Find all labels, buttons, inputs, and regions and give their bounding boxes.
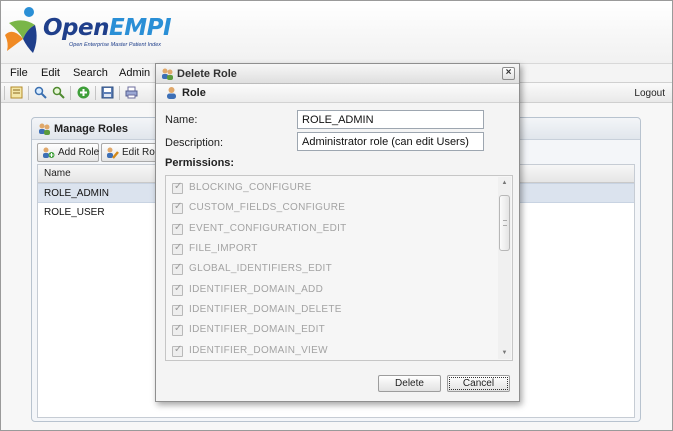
add-role-label: Add Role (58, 147, 100, 158)
edit-role-icon (107, 147, 119, 159)
advanced-search-icon[interactable] (52, 86, 65, 99)
app-header: OpenEMPI Open Enterprise Master Patient … (1, 1, 672, 63)
menu-admin[interactable]: Admin (119, 67, 150, 79)
dialog-title: Delete Role (177, 68, 237, 80)
delete-button[interactable]: Delete (378, 375, 441, 392)
logout-link[interactable]: Logout (634, 88, 665, 99)
name-field[interactable] (297, 110, 484, 129)
logo-subtitle: Open Enterprise Master Patient Index (69, 42, 162, 48)
menu-edit[interactable]: Edit (41, 67, 60, 79)
openempi-logo-icon (5, 7, 37, 53)
add-role-icon (43, 147, 55, 158)
dialog-title-bar[interactable]: Delete Role × (156, 64, 519, 84)
role-section-header: Role (156, 84, 519, 103)
permissions-scrollbar[interactable]: ▲ ▼ (498, 177, 511, 359)
close-icon[interactable]: × (502, 67, 515, 80)
checkbox-icon[interactable] (172, 323, 183, 336)
logo-text-empi: EMPI (109, 15, 172, 41)
menu-file[interactable]: File (10, 67, 28, 79)
role-group-icon (39, 123, 50, 135)
description-label: Description: (165, 137, 224, 149)
permission-label: IDENTIFIER_DOMAIN_EDIT (189, 324, 326, 335)
toolbar-separator (95, 86, 96, 100)
checkbox-icon[interactable] (172, 344, 183, 357)
scrollbar-thumb[interactable] (499, 195, 510, 251)
permission-label: IDENTIFIER_DOMAIN_VIEW (189, 345, 328, 356)
edit-role-button[interactable]: Edit Role (101, 143, 163, 162)
checkbox-icon[interactable] (172, 222, 183, 235)
grip-icon (503, 220, 507, 226)
user-icon (167, 87, 176, 99)
scroll-down-icon[interactable]: ▼ (498, 347, 511, 359)
toolbar-separator (28, 86, 29, 100)
permission-label: IDENTIFIER_DOMAIN_ADD (189, 284, 324, 295)
name-label: Name: (165, 114, 198, 126)
report-icon[interactable] (10, 86, 23, 99)
checkbox-icon[interactable] (172, 303, 183, 316)
add-role-button[interactable]: Add Role (37, 143, 99, 162)
cancel-button[interactable]: Cancel (447, 375, 510, 392)
search-icon[interactable] (34, 86, 47, 99)
permission-label: CUSTOM_FIELDS_CONFIGURE (189, 202, 346, 213)
checkbox-icon[interactable] (172, 283, 183, 296)
permission-label: EVENT_CONFIGURATION_EDIT (189, 223, 347, 234)
logo-text-open: Open (43, 15, 110, 41)
role-name-cell: ROLE_USER (44, 207, 105, 218)
role-name-cell: ROLE_ADMIN (44, 188, 110, 199)
checkbox-icon[interactable] (172, 242, 183, 255)
delete-role-dialog: Delete Role × Role Name: Description: Pe… (155, 63, 520, 402)
toolbar-separator (4, 86, 5, 100)
checkbox-icon[interactable] (172, 201, 183, 214)
permissions-list: BLOCKING_CONFIGURE CUSTOM_FIELDS_CONFIGU… (165, 175, 513, 361)
permission-label: BLOCKING_CONFIGURE (189, 182, 312, 193)
column-header-name[interactable]: Name (44, 168, 71, 179)
toolbar-separator (70, 86, 71, 100)
panel-title: Manage Roles (54, 123, 128, 135)
section-title: Role (182, 87, 206, 99)
logo-wordmark: OpenEMPI (43, 15, 172, 41)
checkbox-icon[interactable] (172, 181, 183, 194)
save-icon[interactable] (101, 86, 114, 99)
add-icon[interactable] (77, 86, 90, 99)
checkbox-icon[interactable] (172, 262, 183, 275)
permission-label: IDENTIFIER_DOMAIN_DELETE (189, 304, 342, 315)
permission-label: FILE_IMPORT (189, 243, 258, 254)
scroll-up-icon[interactable]: ▲ (498, 177, 511, 189)
permission-label: GLOBAL_IDENTIFIERS_EDIT (189, 263, 333, 274)
role-icon (162, 68, 173, 80)
print-icon[interactable] (125, 86, 138, 99)
menu-search[interactable]: Search (73, 67, 108, 79)
application-window: OpenEMPI Open Enterprise Master Patient … (0, 0, 673, 431)
toolbar-separator (119, 86, 120, 100)
description-field[interactable] (297, 132, 484, 151)
permissions-label: Permissions: (165, 157, 235, 169)
